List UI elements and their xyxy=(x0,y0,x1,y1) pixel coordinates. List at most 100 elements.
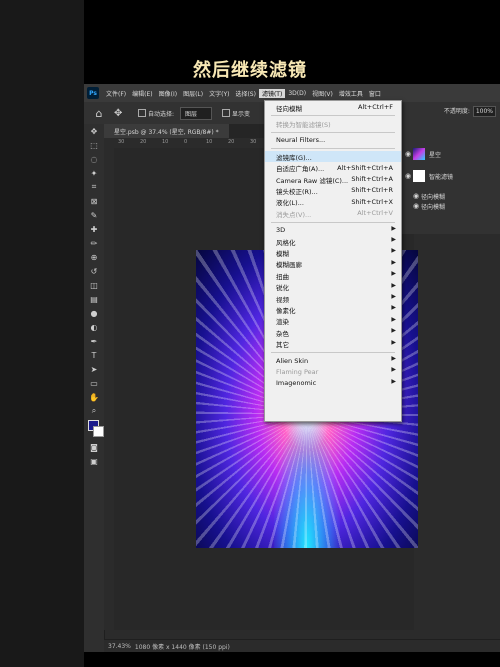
filter-menu-item[interactable]: Imagenomic ▶ xyxy=(265,378,401,389)
filter-menu-label: 渲染 xyxy=(276,318,289,327)
filter-menu-label: 消失点(V)... xyxy=(276,210,312,219)
filter-menu-item[interactable]: Alien Skin ▶ xyxy=(265,355,401,366)
submenu-arrow-icon: ▶ xyxy=(391,224,396,232)
filter-menu-label: 模糊 xyxy=(276,249,289,258)
zoom-tool-icon[interactable]: ⌕ xyxy=(84,404,104,418)
menu-item[interactable]: 视图(V) xyxy=(309,89,336,98)
home-icon[interactable]: ⌂ xyxy=(92,106,106,120)
submenu-arrow-icon: ▶ xyxy=(391,355,396,362)
filter-menu-item[interactable]: 视频 ▶ xyxy=(265,293,401,304)
blur-tool-icon[interactable]: ● xyxy=(84,306,104,320)
filter-menu-item[interactable]: 风格化 ▶ xyxy=(265,236,401,247)
filter-menu-label: Imagenomic xyxy=(276,379,317,388)
filter-menu-item[interactable]: 液化(L)... Shift+Ctrl+X xyxy=(265,197,401,208)
eye-icon[interactable]: ◉ xyxy=(413,202,421,210)
ruler-mark: 30 xyxy=(250,139,257,145)
layer-name: 智能滤镜 xyxy=(429,173,454,181)
filter-menu-item[interactable]: 锐化 ▶ xyxy=(265,282,401,293)
rectangle-tool-icon[interactable]: ▭ xyxy=(84,376,104,390)
submenu-arrow-icon: ▶ xyxy=(391,258,396,266)
menu-item[interactable]: 文字(Y) xyxy=(206,89,232,98)
tools-panel: ✥ ⬚ ◌ ✦ ⌗ ⊠ ✎ ✚ ✏ ⊕ ↺ ◫ ▤ ● ◐ ✒ T ➤ ▭ ✋ ⌕ ◙ ▣ xyxy=(84,124,105,652)
submenu-arrow-icon: ▶ xyxy=(391,327,396,335)
eyedropper-icon[interactable]: ✎ xyxy=(84,208,104,222)
submenu-arrow-icon: ▶ xyxy=(391,236,396,243)
filter-menu-item[interactable]: Camera Raw 滤镜(C)... Shift+Ctrl+A xyxy=(265,174,401,185)
filter-menu-item[interactable]: 像素化 ▶ xyxy=(265,304,401,315)
ruler-mark: 20 xyxy=(140,139,147,145)
filter-menu-item[interactable]: Neural Filters... xyxy=(265,135,401,146)
filter-menu-item[interactable]: 径向模糊 Alt+Ctrl+F xyxy=(265,102,401,113)
pen-tool-icon[interactable]: ✒ xyxy=(84,334,104,348)
frame-tool-icon[interactable]: ⊠ xyxy=(84,194,104,208)
layer-row[interactable]: ◉ 星空 xyxy=(405,148,499,160)
screen-mode-icon[interactable]: ▣ xyxy=(84,454,104,468)
move-tool-option-icon[interactable]: ✥ xyxy=(114,108,128,119)
lasso-tool-icon[interactable]: ◌ xyxy=(84,152,104,166)
filter-menu-item[interactable]: 杂色 ▶ xyxy=(265,327,401,338)
clone-stamp-icon[interactable]: ⊕ xyxy=(84,250,104,264)
show-transform-label: 显示变 xyxy=(232,110,251,118)
zoom-level[interactable]: 37.43% xyxy=(108,643,131,650)
healing-brush-icon[interactable]: ✚ xyxy=(84,222,104,236)
brush-tool-icon[interactable]: ✏ xyxy=(84,236,104,250)
background-color[interactable] xyxy=(93,426,104,437)
filter-menu-item[interactable]: 滤镜库(G)... xyxy=(265,151,401,163)
filter-menu-item[interactable]: 模糊 ▶ xyxy=(265,247,401,258)
layer-name: 径向模糊 xyxy=(421,203,446,211)
menu-item[interactable]: 滤镜(T) xyxy=(258,88,286,98)
type-tool-icon[interactable]: T xyxy=(84,348,104,362)
move-tool-icon[interactable]: ✥ xyxy=(84,124,104,138)
menu-item[interactable]: 窗口 xyxy=(366,89,384,98)
filter-menu-label: 杂色 xyxy=(276,329,289,338)
menu-item[interactable]: 文件(F) xyxy=(103,89,129,98)
filter-menu-label: 转换为智能滤镜(S) xyxy=(276,120,331,129)
auto-select-checkbox[interactable] xyxy=(138,109,146,117)
menu-item[interactable]: 图像(I) xyxy=(156,89,180,98)
white-mask-thumb xyxy=(413,170,425,182)
menu-item[interactable]: 增效工具 xyxy=(336,89,366,98)
filter-menu-label: 视频 xyxy=(276,295,289,304)
submenu-arrow-icon: ▶ xyxy=(391,270,396,278)
opacity-input[interactable]: 100% xyxy=(472,106,496,117)
left-dark-band xyxy=(0,0,84,667)
layer-row[interactable]: ◉ 智能滤镜 xyxy=(405,170,499,182)
history-brush-icon[interactable]: ↺ xyxy=(84,264,104,278)
filter-menu-label: 滤镜库(G)... xyxy=(276,153,312,162)
document-info: 1080 像素 x 1440 像素 (150 ppi) xyxy=(134,643,230,651)
path-select-icon[interactable]: ➤ xyxy=(84,362,104,376)
marquee-tool-icon[interactable]: ⬚ xyxy=(84,138,104,152)
filter-menu-item[interactable]: 3D ▶ xyxy=(265,225,401,236)
eye-icon[interactable]: ◉ xyxy=(405,172,413,180)
layer-row[interactable]: ◉ 径向模糊 xyxy=(413,200,500,212)
auto-select-dropdown[interactable]: 图层 xyxy=(180,106,213,120)
filter-menu-item[interactable]: 镜头校正(R)... Shift+Ctrl+R xyxy=(265,185,401,196)
filter-menu-item[interactable]: 渲染 ▶ xyxy=(265,316,401,327)
menu-item[interactable]: 图层(L) xyxy=(180,89,206,98)
crop-tool-icon[interactable]: ⌗ xyxy=(84,180,104,194)
menu-item[interactable]: 3D(D) xyxy=(285,90,309,97)
filter-menu-item[interactable]: 扭曲 ▶ xyxy=(265,270,401,281)
eraser-icon[interactable]: ◫ xyxy=(84,278,104,292)
filter-menu-item[interactable]: 自适应广角(A)... Alt+Shift+Ctrl+A xyxy=(265,163,401,174)
filter-menu-dropdown: 径向模糊 Alt+Ctrl+F 转换为智能滤镜(S) Neural Filters..… xyxy=(264,100,402,422)
menu-item[interactable]: 编辑(E) xyxy=(129,89,155,98)
show-transform-checkbox[interactable] xyxy=(222,109,231,117)
gradient-tool-icon[interactable]: ▤ xyxy=(84,292,104,306)
eye-icon[interactable]: ◉ xyxy=(413,192,421,200)
menu-item[interactable]: 选择(S) xyxy=(232,89,259,98)
eye-icon[interactable]: ◉ xyxy=(405,150,413,158)
hand-tool-icon[interactable]: ✋ xyxy=(84,390,104,404)
dodge-tool-icon[interactable]: ◐ xyxy=(84,320,104,334)
filter-menu-label: Alien Skin xyxy=(276,356,309,365)
opacity-label: 不透明度: xyxy=(443,108,470,115)
quick-mask-icon[interactable]: ◙ xyxy=(84,440,104,454)
submenu-arrow-icon: ▶ xyxy=(391,247,396,255)
filter-menu-item[interactable]: 其它 ▶ xyxy=(265,339,401,350)
filter-menu-item[interactable]: 模糊画廊 ▶ xyxy=(265,259,401,270)
shortcut-label: Alt+Shift+Ctrl+A xyxy=(337,163,393,172)
document-tab[interactable]: 星空.psb @ 37.4% (星空, RGB/8#) * xyxy=(104,124,229,138)
shortcut-label: Alt+Ctrl+V xyxy=(357,209,393,218)
magic-wand-icon[interactable]: ✦ xyxy=(84,166,104,180)
color-swatches[interactable] xyxy=(84,418,104,440)
